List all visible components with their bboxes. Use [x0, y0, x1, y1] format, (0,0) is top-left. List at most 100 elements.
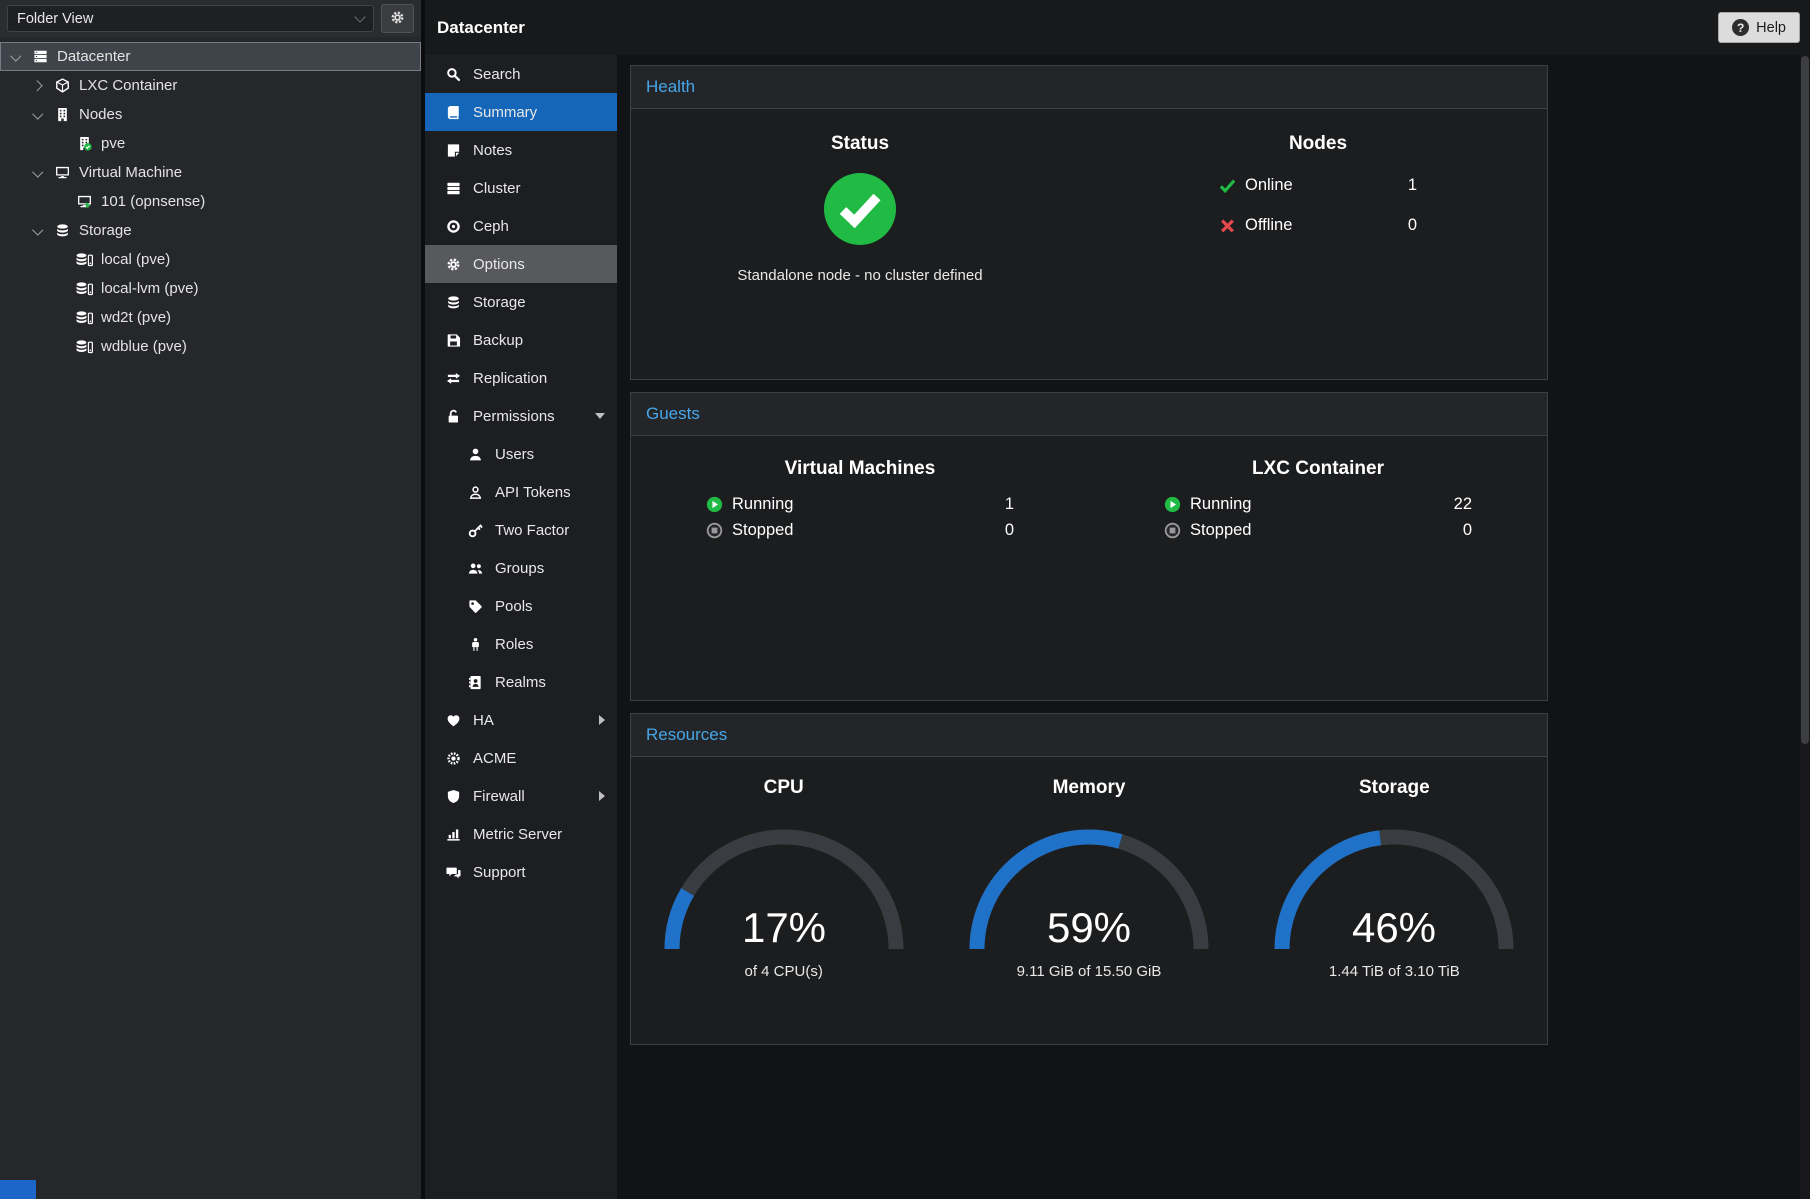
nav-item-options[interactable]: Options — [425, 245, 617, 283]
health-ok-icon — [823, 172, 897, 246]
expander-expanded-icon[interactable] — [30, 223, 46, 239]
tree-item-nodes[interactable]: Nodes — [0, 100, 421, 129]
gauge-subtitle: 9.11 GiB of 15.50 GiB — [1017, 963, 1162, 980]
tree-item-lxc-container[interactable]: LXC Container — [0, 71, 421, 100]
nav-item-ha[interactable]: HA — [425, 701, 617, 739]
expander-spacer — [52, 310, 68, 326]
view-mode-select[interactable]: Folder View — [7, 5, 374, 32]
tree-item-label: wdblue (pve) — [101, 338, 187, 355]
nav-item-api-tokens[interactable]: API Tokens — [425, 473, 617, 511]
nav-item-roles[interactable]: Roles — [425, 625, 617, 663]
storage-drive-icon — [73, 281, 95, 296]
resources-gauges: CPU 17% of 4 CPU(s) Memory 59% 9.11 GiB … — [631, 757, 1547, 1044]
gear-icon — [445, 257, 462, 272]
cube-icon — [51, 78, 73, 93]
scrollbar-thumb[interactable] — [1801, 56, 1809, 744]
tree-item-label: LXC Container — [79, 77, 177, 94]
nav-item-users[interactable]: Users — [425, 435, 617, 473]
tree-item-101-opnsense[interactable]: 101 (opnsense) — [0, 187, 421, 216]
gauge-title: Memory — [1053, 777, 1126, 799]
resource-tree: Datacenter LXC Container NodespveVirtual M… — [0, 37, 421, 1199]
nav-item-ceph[interactable]: Ceph — [425, 207, 617, 245]
nav-item-two-factor[interactable]: Two Factor — [425, 511, 617, 549]
tree-item-wdblue-pve[interactable]: wdblue (pve) — [0, 332, 421, 361]
nav-item-label: Storage — [473, 294, 526, 311]
tree-item-local-pve[interactable]: local (pve) — [0, 245, 421, 274]
gauge-chart: 59% — [959, 811, 1219, 961]
tree-settings-button[interactable] — [381, 4, 414, 33]
nav-item-cluster[interactable]: Cluster — [425, 169, 617, 207]
content-scrollbar[interactable] — [1800, 55, 1810, 1199]
nav-item-permissions[interactable]: Permissions — [425, 397, 617, 435]
tree-item-label: Datacenter — [57, 48, 130, 65]
check-icon — [1219, 177, 1236, 194]
offline-label: Offline — [1245, 216, 1292, 235]
help-label: Help — [1756, 20, 1786, 36]
gauge-cpu: CPU 17% of 4 CPU(s) — [631, 777, 936, 1044]
nav-item-acme[interactable]: ACME — [425, 739, 617, 777]
comments-icon — [445, 865, 462, 880]
guests-title: Guests — [646, 404, 700, 424]
guest-column-virtual-machines: Virtual Machines Running 1 Stopped 0 — [631, 458, 1089, 700]
nav-item-label: ACME — [473, 750, 516, 767]
nav-item-label: Two Factor — [495, 522, 569, 539]
nav-item-label: Options — [473, 256, 525, 273]
health-title: Health — [646, 77, 695, 97]
right-body: Search Summary NotesCluster Ceph Options Stor… — [425, 55, 1810, 1199]
nav-item-support[interactable]: Support — [425, 853, 617, 891]
user-icon — [467, 447, 484, 462]
nav-item-metric-server[interactable]: Metric Server — [425, 815, 617, 853]
tree-item-local-lvm-pve[interactable]: local-lvm (pve) — [0, 274, 421, 303]
nav-item-summary[interactable]: Summary — [425, 93, 617, 131]
nav-item-label: Ceph — [473, 218, 509, 235]
offline-value: 0 — [1408, 216, 1417, 235]
expander-spacer — [52, 136, 68, 152]
expander-collapsed-icon[interactable] — [30, 78, 46, 94]
expander-expanded-icon[interactable] — [30, 107, 46, 123]
cluster-status-column: Status Standalone node - no cluster defi… — [631, 133, 1089, 379]
expander-spacer — [52, 339, 68, 355]
tree-item-datacenter[interactable]: Datacenter — [0, 42, 421, 71]
certificate-icon — [445, 751, 462, 766]
building-icon — [51, 107, 73, 122]
gauge-memory: Memory 59% 9.11 GiB of 15.50 GiB — [936, 777, 1241, 1044]
nav-item-replication[interactable]: Replication — [425, 359, 617, 397]
tree-item-storage[interactable]: Storage — [0, 216, 421, 245]
right-region: Datacenter ? Help SearchSummaryNotesClus… — [425, 0, 1810, 1199]
nav-item-groups[interactable]: Groups — [425, 549, 617, 587]
help-button[interactable]: ? Help — [1718, 12, 1800, 43]
nav-item-storage[interactable]: Storage — [425, 283, 617, 321]
nav-item-backup[interactable]: Backup — [425, 321, 617, 359]
nav-item-search[interactable]: Search — [425, 55, 617, 93]
expander-spacer — [52, 194, 68, 210]
nodes-heading: Nodes — [1289, 133, 1347, 155]
nodes-online-row: Online 1 — [1219, 176, 1417, 195]
heartbeat-icon — [445, 713, 462, 728]
nav-item-notes[interactable]: Notes — [425, 131, 617, 169]
running-icon — [706, 496, 723, 513]
tree-item-label: wd2t (pve) — [101, 309, 171, 326]
gear-icon — [390, 10, 405, 28]
tree-item-wd2t-pve[interactable]: wd2t (pve) — [0, 303, 421, 332]
db-icon — [51, 223, 73, 238]
nav-item-label: Permissions — [473, 408, 555, 425]
proxmox-ui: Folder View Datacenter LXC Container Nodes… — [0, 0, 1810, 1199]
tree-item-virtual-machine[interactable]: Virtual Machine — [0, 158, 421, 187]
nav-item-firewall[interactable]: Firewall — [425, 777, 617, 815]
expander-expanded-icon[interactable] — [30, 165, 46, 181]
online-value: 1 — [1408, 176, 1417, 195]
gauge-subtitle: 1.44 TiB of 3.10 TiB — [1329, 963, 1460, 980]
bottom-left-accent — [0, 1180, 36, 1199]
guest-column-lxc-container: LXC Container Running 22 Stopped 0 — [1089, 458, 1547, 700]
cross-icon — [1219, 217, 1236, 234]
guests-panel: Guests Virtual Machines Running 1 Stoppe… — [630, 392, 1548, 701]
nav-item-label: Summary — [473, 104, 537, 121]
guest-stat-rows: Running 1 Stopped 0 — [706, 495, 1014, 540]
shield-icon — [445, 789, 462, 804]
nav-item-pools[interactable]: Pools — [425, 587, 617, 625]
nav-item-realms[interactable]: Realms — [425, 663, 617, 701]
note-icon — [445, 143, 462, 158]
ceph-icon — [445, 219, 462, 234]
tree-item-pve[interactable]: pve — [0, 129, 421, 158]
expander-expanded-icon[interactable] — [8, 49, 24, 65]
